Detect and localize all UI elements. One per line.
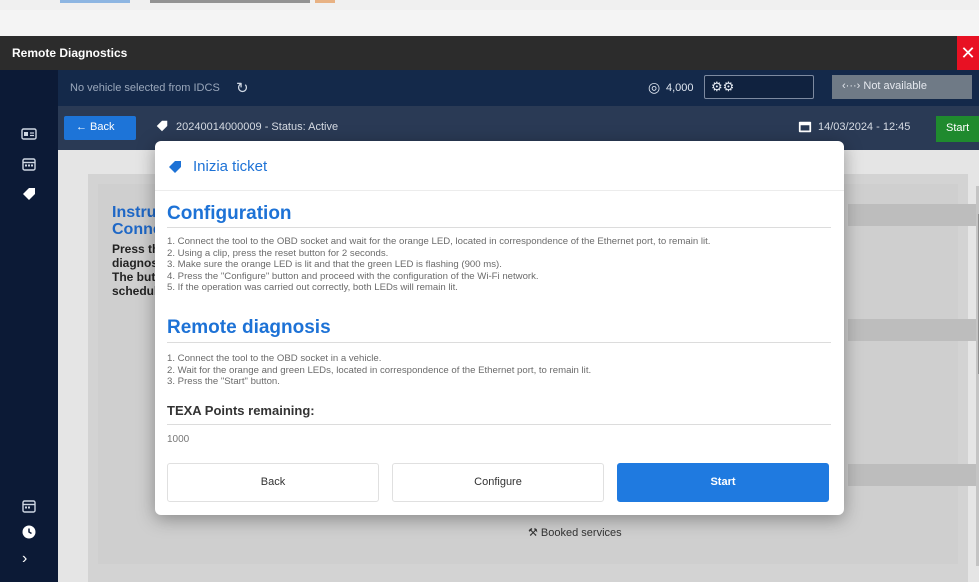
tag-icon [169,161,181,173]
step-item: 1. Connect the tool to the OBD socket in… [167,353,382,364]
divider [167,424,831,425]
configuration-steps: 1. Connect the tool to the OBD socket an… [167,236,710,294]
step-item: 5. If the operation was carried out corr… [167,282,458,294]
dialog-title: Inizia ticket [193,158,268,175]
remote-diagnosis-steps: 1. Connect the tool to the OBD socket in… [167,353,591,388]
remote-diagnosis-heading: Remote diagnosis [167,317,331,338]
step-item: 2. Using a clip, press the reset button … [167,247,389,259]
step-item: 1. Connect the tool to the OBD socket an… [167,236,711,247]
configuration-heading: Configuration [167,203,292,224]
points-remaining-value: 1000 [167,434,190,445]
dialog-header: Inizia ticket [155,141,844,191]
step-item: 4. Press the "Configure" button and proc… [167,270,539,282]
step-item: 3. Press the "Start" button. [167,376,280,388]
divider [167,227,831,228]
configure-button[interactable]: Configure [392,463,604,502]
points-remaining-label: TEXA Points remaining: [167,403,315,418]
start-button[interactable]: Start [617,463,829,502]
back-button[interactable]: Back [167,463,379,502]
step-item: 3. Make sure the orange LED is lit and t… [167,259,502,271]
step-item: 2. Wait for the orange and green LEDs, l… [167,364,592,376]
divider [167,342,831,343]
start-ticket-dialog: Inizia ticket Configuration 1. Connect t… [155,141,844,515]
